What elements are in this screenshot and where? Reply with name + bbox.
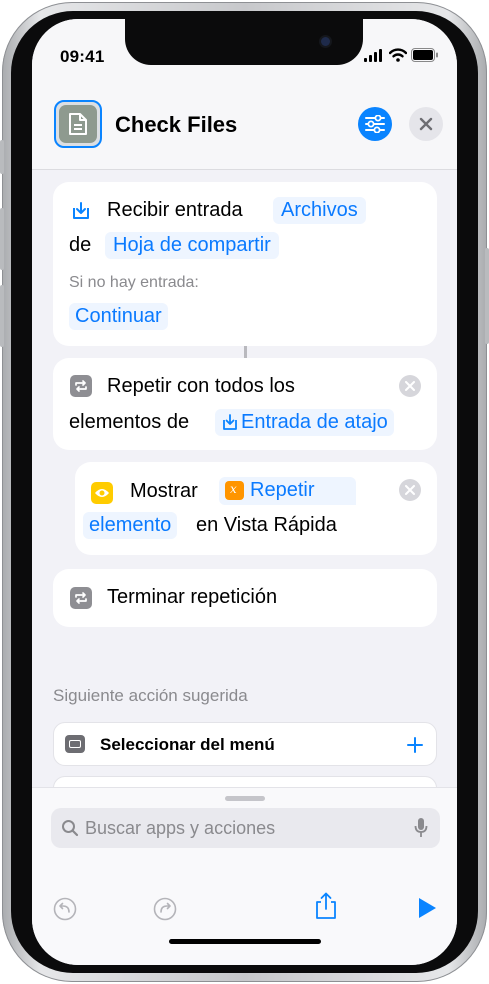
- close-icon: [405, 485, 415, 495]
- suggestion-item[interactable]: Seleccionar del menú: [53, 722, 437, 766]
- suggestions-label: Siguiente acción sugerida: [53, 686, 248, 705]
- document-icon: [69, 113, 87, 135]
- settings-button[interactable]: [358, 107, 392, 141]
- input-type-token[interactable]: Archivos: [273, 197, 366, 224]
- fallback-token[interactable]: Continuar: [69, 303, 168, 330]
- flow-connector: [244, 346, 247, 358]
- home-indicator: [169, 939, 321, 944]
- undo-icon[interactable]: [53, 897, 77, 921]
- remove-action-button[interactable]: [399, 375, 421, 397]
- action-verb: Terminar repetición: [107, 586, 278, 608]
- eye-icon: [91, 482, 113, 504]
- shortcut-icon-tile: [59, 105, 97, 143]
- close-button[interactable]: [409, 107, 443, 141]
- screen: 09:41 Check Files Recibir entrada Archiv…: [32, 19, 457, 965]
- repeat-icon: [70, 375, 92, 397]
- menu-icon: [65, 735, 85, 753]
- action-repeat-each[interactable]: Repetir con todos los elementos de Entra…: [53, 358, 437, 450]
- plus-icon[interactable]: [407, 737, 423, 753]
- close-icon: [405, 381, 415, 391]
- variable-icon: x: [225, 481, 244, 500]
- status-time: 09:41: [60, 47, 105, 66]
- shortcut-title[interactable]: Check Files: [115, 112, 237, 138]
- volume-up-button: [0, 208, 4, 270]
- receive-icon: [73, 202, 89, 219]
- search-placeholder: Buscar apps y acciones: [85, 818, 276, 838]
- shortcut-icon-button[interactable]: [54, 100, 102, 148]
- repeat-icon: [70, 587, 92, 609]
- close-icon: [419, 117, 433, 131]
- token-label: Repetir: [250, 479, 315, 501]
- search-field[interactable]: Buscar apps y acciones: [51, 808, 440, 848]
- action-show-quicklook[interactable]: Mostrar x Repetir elemento en Vista Rápi…: [75, 462, 437, 555]
- sliders-icon: [365, 115, 385, 133]
- no-input-label: Si no hay entrada:: [69, 274, 199, 291]
- from-label: de: [69, 234, 92, 256]
- action-verb: Repetir con todos los: [107, 375, 295, 397]
- redo-icon[interactable]: [153, 897, 177, 921]
- search-icon: [62, 820, 79, 837]
- suggestion-label: Seleccionar del menú: [100, 735, 275, 754]
- action-end-repeat[interactable]: Terminar repetición: [53, 569, 437, 627]
- sheet-grabber[interactable]: [225, 796, 265, 801]
- repeat-item-token-line2[interactable]: elemento: [83, 512, 178, 539]
- share-icon[interactable]: [315, 892, 337, 920]
- battery-icon: [411, 48, 438, 62]
- action-verb: Mostrar: [130, 480, 198, 502]
- volume-down-button: [0, 285, 4, 347]
- shortcut-input-token[interactable]: Entrada de atajo: [215, 409, 394, 436]
- token-label: Entrada de atajo: [241, 411, 388, 433]
- action-suffix: en Vista Rápida: [196, 514, 337, 536]
- action-receive-input[interactable]: Recibir entrada Archivos de Hoja de comp…: [53, 182, 437, 346]
- source-token[interactable]: Hoja de compartir: [105, 232, 279, 259]
- action-continuation: elementos de: [69, 411, 190, 433]
- signal-icon: [364, 49, 382, 62]
- power-button: [485, 248, 489, 344]
- mic-icon[interactable]: [414, 817, 428, 839]
- play-icon[interactable]: [417, 897, 437, 919]
- remove-action-button[interactable]: [399, 479, 421, 501]
- front-camera: [321, 37, 330, 46]
- wifi-icon: [389, 48, 407, 62]
- mute-switch: [0, 140, 4, 174]
- repeat-item-token-line1[interactable]: x Repetir: [219, 477, 356, 505]
- shortcut-header: Check Files: [32, 89, 457, 170]
- action-verb: Recibir entrada: [107, 199, 243, 221]
- receive-icon: [223, 414, 237, 430]
